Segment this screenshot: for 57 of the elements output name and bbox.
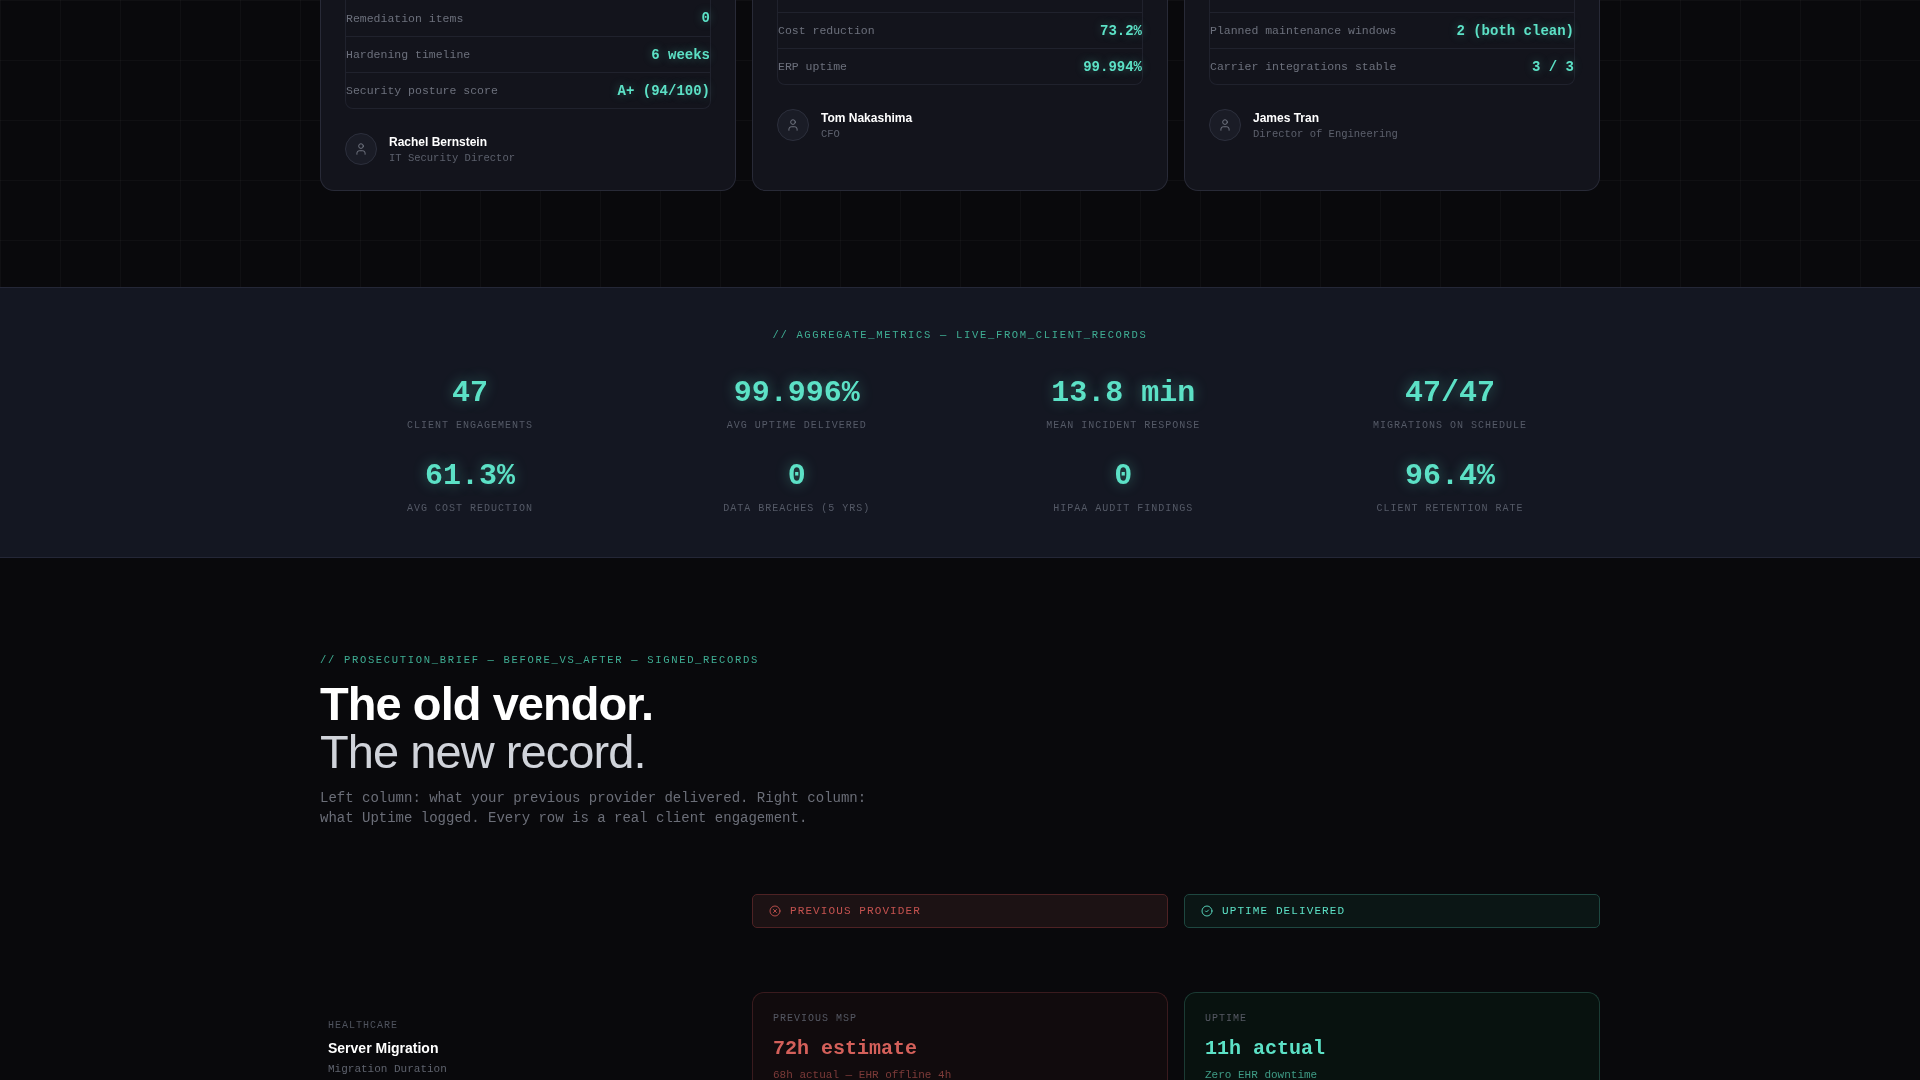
row-value: 73.2%	[1100, 22, 1142, 39]
metric-label: MIGRATIONS ON SCHEDULE	[1372, 419, 1527, 433]
description: Left column: what your previous provider delivered. Right column: what Uptime logged. Every row is a real client engagement.	[320, 789, 868, 828]
metric-value: 0	[787, 458, 806, 495]
metric-value: 47	[452, 375, 488, 412]
result-value: 11h actual	[1205, 1036, 1326, 1062]
result-label: PREVIOUS MSP	[773, 1012, 857, 1026]
metric-label: CLIENT RETENTION RATE	[1376, 502, 1524, 516]
metric-name: Migration Duration	[328, 1062, 447, 1076]
uptime-delivered-header: UPTIME DELIVERED	[1184, 894, 1600, 928]
metric-label: CLIENT ENGAGEMENTS	[407, 419, 533, 433]
metric-label: AVG UPTIME DELIVERED	[726, 419, 867, 433]
row-value: 3 / 3	[1532, 58, 1574, 75]
row-label: ERP uptime	[778, 60, 847, 73]
row-label: Carrier integrations stable	[1210, 60, 1397, 73]
category-label: HEALTHCARE	[328, 1019, 398, 1033]
person-role: CFO	[821, 126, 840, 141]
headline: The old vendor.	[320, 680, 654, 728]
check-circle-icon	[1201, 905, 1213, 917]
row-title: Server Migration	[328, 1039, 439, 1057]
x-circle-icon	[769, 905, 781, 917]
result-label: UPTIME	[1205, 1012, 1247, 1026]
metric-label: MEAN INCIDENT RESPONSE	[1046, 419, 1201, 433]
subheadline: The new record.	[320, 728, 646, 776]
metric-label: DATA BREACHES (5 YRS)	[723, 502, 871, 516]
metric-value: 96.4%	[1404, 458, 1495, 495]
person-name: James Tran	[1253, 109, 1320, 126]
row-label: Cost reduction	[778, 24, 875, 37]
previous-provider-header: PREVIOUS PROVIDER	[752, 894, 1168, 928]
metric-value: 61.3%	[425, 458, 515, 495]
user-icon	[1209, 109, 1241, 141]
section-tag: // PROSECUTION_BRIEF — BEFORE_VS_AFTER — SIGNED_RECORDS	[320, 653, 759, 667]
metric-label: AVG COST REDUCTION	[407, 502, 533, 516]
metric-value: 99.996%	[733, 375, 860, 412]
row-value: 0	[701, 10, 710, 26]
metric-value: 0	[1114, 458, 1133, 495]
result-value: 72h estimate	[773, 1036, 918, 1062]
row-label: Security posture score	[346, 84, 498, 97]
metric-value: 13.8 min	[1051, 375, 1196, 412]
row-value: 2 (both clean)	[1456, 22, 1574, 39]
person-name: Rachel Bernstein	[389, 133, 488, 150]
user-icon	[777, 109, 809, 141]
person-name: Tom Nakashima	[821, 109, 913, 126]
row-label: Hardening timeline	[346, 48, 471, 61]
row-value: A+ (94/100)	[617, 82, 710, 99]
row-label: Remediation items	[346, 11, 464, 25]
row-value: 99.994%	[1083, 58, 1142, 75]
person-role: IT Security Director	[389, 150, 516, 165]
metric-value: 47/47	[1404, 375, 1495, 412]
metric-label: HIPAA AUDIT FINDINGS	[1053, 502, 1194, 516]
row-label: Planned maintenance windows	[1210, 24, 1397, 37]
user-icon	[345, 133, 377, 165]
person-role: Director of Engineering	[1253, 126, 1398, 141]
section-tag: // AGGREGATE_METRICS — LIVE_FROM_CLIENT_RECORDS	[772, 328, 1148, 342]
row-value: 6 weeks	[651, 46, 710, 63]
result-note: 68h actual — EHR offline 4h	[773, 1068, 952, 1080]
result-note: Zero EHR downtime	[1205, 1068, 1318, 1080]
